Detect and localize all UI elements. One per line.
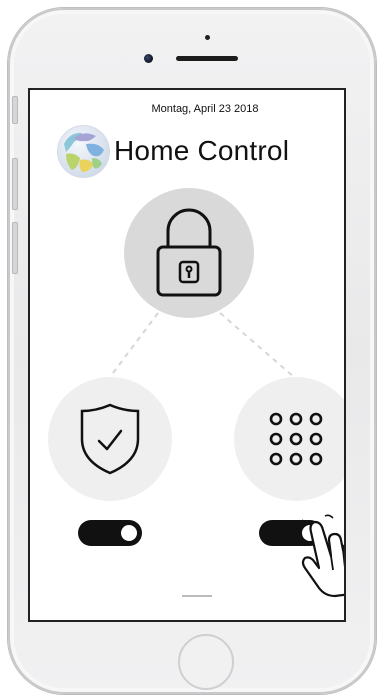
toggle-knob [119, 523, 139, 543]
globe-logo [56, 124, 111, 179]
page-title: Home Control [114, 135, 290, 166]
scroll-indicator [182, 595, 212, 597]
front-camera [144, 54, 153, 63]
volume-down-button [12, 222, 18, 274]
proximity-sensor [205, 35, 210, 40]
lock-control[interactable] [124, 188, 254, 318]
volume-up-button [12, 158, 18, 210]
phone-screen: Montag, April 23 2018 Home Control [28, 88, 346, 622]
security-shield-control[interactable] [48, 377, 172, 501]
hand-pointer-icon [299, 514, 344, 598]
earpiece-speaker [176, 56, 238, 61]
mute-switch [12, 96, 18, 124]
stage: Montag, April 23 2018 Home Control [0, 0, 385, 698]
date-label: Montag, April 23 2018 [151, 103, 259, 115]
shield-check-icon [80, 403, 140, 475]
home-button[interactable] [178, 634, 234, 690]
keypad-control[interactable] [234, 377, 344, 501]
keypad-icon [269, 412, 323, 466]
lock-icon [156, 208, 222, 297]
shield-toggle[interactable] [78, 520, 142, 546]
